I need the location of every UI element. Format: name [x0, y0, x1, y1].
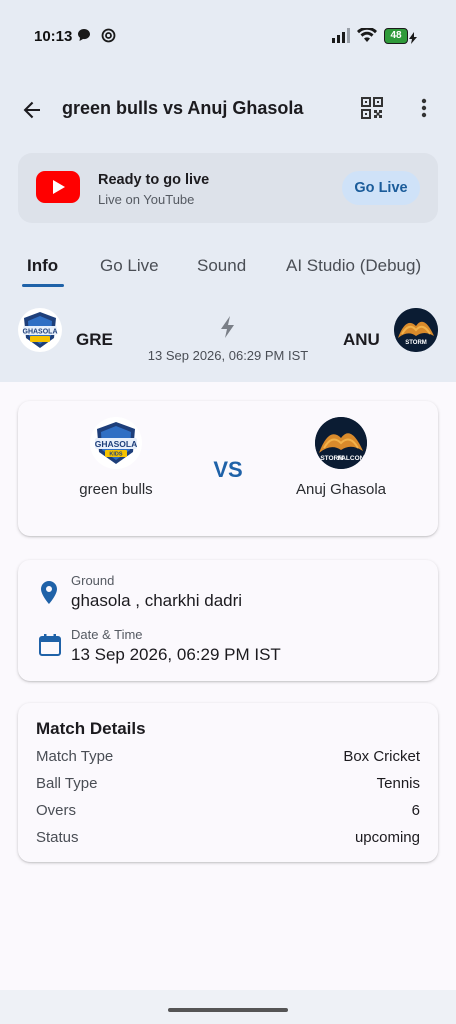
team-b-logo-text: STORM: [405, 340, 427, 346]
detail-key: Status: [36, 829, 79, 846]
home-handle[interactable]: [168, 1008, 288, 1012]
datetime-value: 13 Sep 2026, 06:29 PM IST: [71, 645, 281, 664]
match-datetime: 13 Sep 2026, 06:29 PM IST: [147, 348, 309, 363]
score-strip: GHASOLA GRE 13 Sep 2026, 06:29 PM IST AN…: [0, 308, 456, 370]
ground-label: Ground: [71, 573, 115, 588]
team-b-logo-small: STORM: [394, 308, 438, 352]
team-a-name: green bulls: [79, 481, 153, 498]
detail-value: Box Cricket: [343, 748, 420, 765]
battery-icon: 48: [384, 28, 408, 44]
system-nav-bar: [0, 990, 456, 1024]
team-a-logo-small: GHASOLA: [18, 308, 62, 352]
signal-icon: [332, 28, 352, 48]
tab-ai-studio[interactable]: AI Studio (Debug): [286, 256, 421, 276]
detail-value: Tennis: [376, 775, 420, 792]
match-details-title: Match Details: [36, 719, 146, 738]
team-b-abbr: ANU: [343, 330, 380, 349]
match-details-card: Match Details Match Type Box Cricket Bal…: [18, 703, 438, 862]
more-options-icon[interactable]: [412, 96, 436, 120]
team-b-logo: STORM FALCON: [315, 417, 367, 469]
detail-key: Overs: [36, 802, 77, 819]
status-time: 10:13: [34, 28, 73, 45]
detail-key: Ball Type: [36, 775, 98, 792]
team-b-name: Anuj Ghasola: [295, 481, 387, 498]
active-tab-indicator: [22, 284, 64, 287]
team-a-abbr: GRE: [76, 330, 113, 349]
tab-info[interactable]: Info: [27, 256, 58, 276]
back-arrow-icon[interactable]: [18, 96, 46, 124]
tab-sound[interactable]: Sound: [197, 256, 246, 276]
tab-bar: Info Go Live Sound AI Studio (Debug): [0, 244, 456, 288]
vs-label: VS: [213, 457, 243, 482]
datetime-label: Date & Time: [71, 627, 143, 642]
match-teams-card[interactable]: GHASOLA KIDS green bulls VS STORM FALCON…: [18, 401, 438, 536]
detail-key: Match Type: [36, 748, 114, 765]
page-title: green bulls vs Anuj Ghasola: [62, 98, 304, 118]
live-stream-card: Ready to go live Live on YouTube Go Live: [18, 153, 438, 223]
qr-code-icon[interactable]: [360, 96, 384, 120]
chat-bubble-icon: [77, 28, 91, 47]
app-bar: green bulls vs Anuj Ghasola: [0, 86, 456, 132]
live-card-title: Ready to go live: [98, 172, 210, 188]
ground-value: ghasola , charkhi dadri: [71, 591, 243, 610]
tab-go-live[interactable]: Go Live: [100, 256, 159, 276]
status-bar: 10:13 48: [0, 0, 456, 74]
match-info-card: Ground ghasola , charkhi dadri Date & Ti…: [18, 560, 438, 681]
at-sign-icon: [101, 28, 116, 48]
location-pin-icon: [38, 580, 60, 606]
calendar-icon: [38, 633, 61, 659]
go-live-button[interactable]: Go Live: [342, 171, 420, 205]
team-a-logo-text: GHASOLA: [23, 329, 58, 336]
youtube-icon: [36, 171, 80, 203]
wifi-icon: [357, 26, 377, 48]
team-a-logo-text-large: GHASOLA: [95, 439, 138, 449]
detail-value: 6: [411, 802, 420, 819]
detail-value: upcoming: [354, 829, 420, 846]
live-card-subtitle: Live on YouTube: [98, 192, 195, 207]
lightning-icon: [220, 316, 236, 338]
charging-icon: [409, 31, 417, 49]
